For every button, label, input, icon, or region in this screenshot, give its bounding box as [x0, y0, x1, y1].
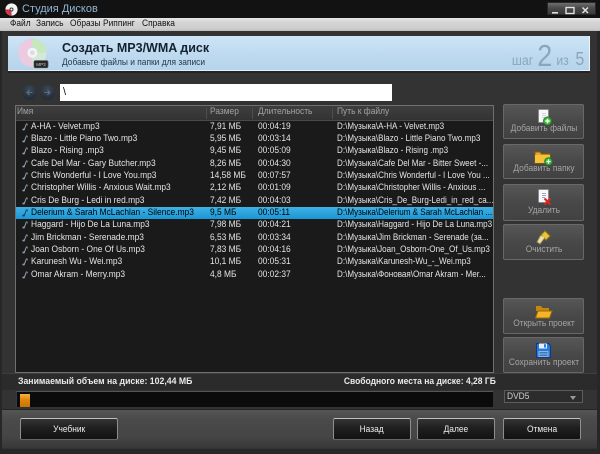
svg-text:MP3: MP3 [36, 62, 46, 67]
